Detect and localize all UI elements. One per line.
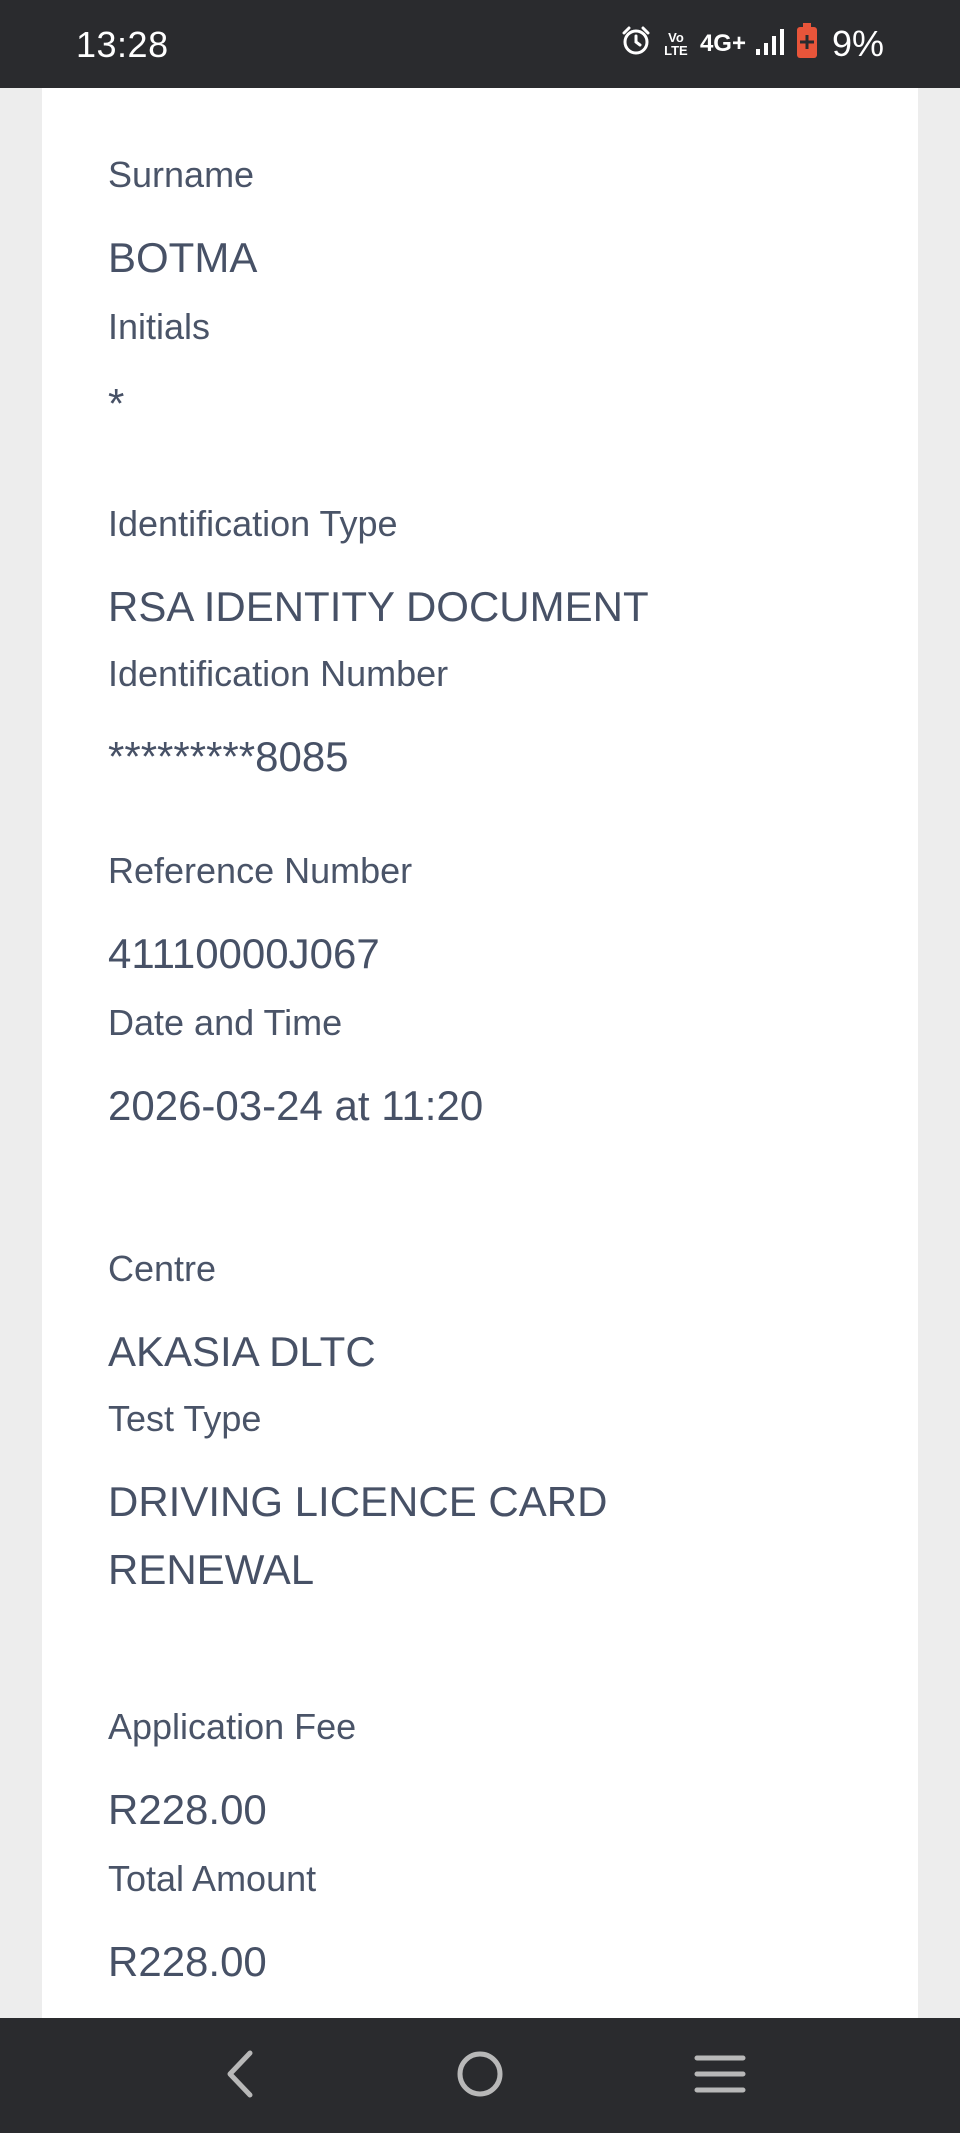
recents-button[interactable] bbox=[690, 2050, 750, 2102]
identification-type-value: RSA IDENTITY DOCUMENT bbox=[108, 583, 649, 630]
volte-icon: Vo LTE bbox=[664, 30, 688, 58]
battery-icon bbox=[796, 22, 818, 66]
surname-label: Surname bbox=[108, 154, 255, 195]
centre-value: AKASIA DLTC bbox=[108, 1328, 376, 1375]
date-time-label: Date and Time bbox=[108, 1002, 343, 1043]
identification-number-value: *********8085 bbox=[108, 733, 349, 780]
navigation-bar bbox=[0, 2018, 960, 2133]
reference-number-value: 41110000J067 bbox=[108, 930, 380, 977]
battery-percent: 9% bbox=[831, 23, 884, 64]
application-fee-value: R228.00 bbox=[108, 1786, 267, 1833]
test-type-value: DRIVING LICENCE CARD RENEWAL bbox=[108, 1478, 608, 1593]
centre-label: Centre bbox=[108, 1248, 217, 1289]
status-time: 13:28 bbox=[76, 24, 169, 65]
identification-type-label: Identification Type bbox=[108, 503, 398, 544]
status-icons: Vo LTE 4G+ 9% bbox=[620, 20, 884, 68]
signal-icon bbox=[755, 27, 786, 62]
test-type-label: Test Type bbox=[108, 1398, 262, 1439]
initials-label: Initials bbox=[108, 306, 211, 347]
reference-number-label: Reference Number bbox=[108, 850, 413, 891]
back-button[interactable] bbox=[210, 2050, 270, 2102]
surname-value: BOTMA bbox=[108, 234, 258, 281]
alarm-icon bbox=[620, 25, 652, 64]
total-amount-label: Total Amount bbox=[108, 1858, 317, 1899]
chevron-left-icon bbox=[220, 2049, 260, 2104]
booking-details-card: Surname BOTMA Initials * Identification … bbox=[42, 88, 918, 2018]
status-bar: 13:28 Vo LTE 4G+ 9% bbox=[0, 0, 960, 88]
home-button[interactable] bbox=[450, 2050, 510, 2102]
date-time-value: 2026-03-24 at 11:20 bbox=[108, 1082, 484, 1129]
identification-number-label: Identification Number bbox=[108, 653, 449, 694]
circle-home-icon bbox=[455, 2049, 505, 2104]
menu-lines-icon bbox=[694, 2052, 746, 2101]
initials-value: * bbox=[108, 380, 125, 427]
total-amount-value: R228.00 bbox=[108, 1938, 267, 1985]
network-type: 4G+ bbox=[699, 30, 746, 57]
application-fee-label: Application Fee bbox=[108, 1706, 357, 1747]
